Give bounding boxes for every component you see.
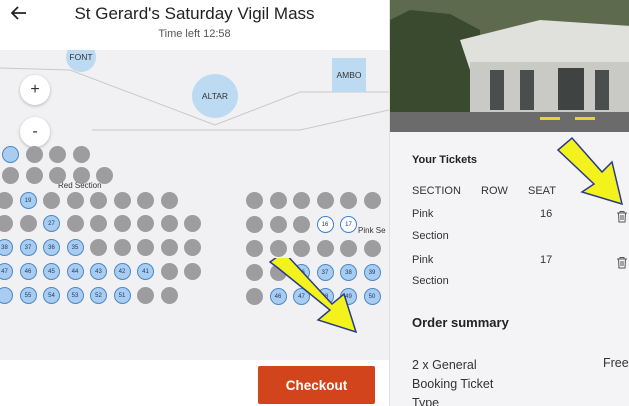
trash-icon[interactable]: [616, 210, 628, 223]
venue-photo: [390, 0, 629, 132]
header: St Gerard's Saturday Vigil Mass Time lef…: [0, 0, 389, 50]
seat-unavailable: [66, 215, 84, 232]
seat-unavailable: [72, 167, 90, 184]
seat-available[interactable]: 43: [90, 263, 107, 280]
seat-selection-pane: St Gerard's Saturday Vigil Mass Time lef…: [0, 0, 389, 406]
seat-unavailable: [72, 146, 90, 163]
altar-label: ALTAR: [192, 74, 238, 118]
seat-unavailable: [184, 263, 201, 280]
seat-unavailable: [137, 215, 154, 232]
seat-unavailable: [160, 192, 178, 209]
seat-unavailable: [49, 146, 66, 163]
seat-unavailable: [160, 263, 178, 280]
annotation-arrow-right: [556, 136, 624, 206]
seat-unavailable: [293, 216, 310, 233]
ticket-type-line3: Type: [412, 396, 440, 406]
order-sidebar: Your Tickets SECTION ROW SEAT Pink Secti…: [389, 0, 629, 406]
ticket-section-line1: Pink: [412, 254, 434, 266]
seat-unavailable: [113, 215, 131, 232]
zoom-out-button[interactable]: -: [20, 117, 50, 147]
seat-unavailable: [363, 192, 381, 209]
time-left-text: Time left 12:58: [158, 28, 231, 40]
seat-available[interactable]: 45: [43, 263, 60, 280]
seat-available[interactable]: 27: [43, 215, 60, 232]
seat-unavailable: [137, 192, 154, 209]
ticket-section-line2: Section: [412, 275, 449, 287]
seat-available[interactable]: 37: [19, 239, 37, 256]
seat-unavailable: [137, 239, 154, 256]
seat-unavailable: [160, 215, 178, 232]
zoom-in-button[interactable]: +: [20, 75, 50, 105]
seat-available[interactable]: 35: [66, 239, 84, 256]
seat-unavailable: [160, 287, 178, 304]
seat-unavailable: [293, 240, 310, 257]
ticket-seat: 17: [540, 254, 553, 266]
seat-selected[interactable]: 17: [340, 216, 357, 233]
seat-unavailable: [269, 192, 287, 209]
seat-unavailable: [246, 192, 263, 209]
seat-unavailable: [340, 240, 357, 257]
seat-unavailable: [43, 192, 60, 209]
ticket-seat: 16: [540, 208, 553, 220]
seat-available[interactable]: 41: [137, 263, 154, 280]
ticket-section-line2: Section: [412, 230, 449, 242]
ticket-price: Free: [603, 356, 629, 370]
seat-unavailable: [25, 167, 43, 184]
seat-available[interactable]: 53: [66, 287, 84, 304]
seat-unavailable: [90, 215, 107, 232]
seat-available[interactable]: 46: [19, 263, 37, 280]
ticket-type-line1: 2 x General: [412, 358, 477, 372]
seat-unavailable: [113, 239, 131, 256]
app-root: St Gerard's Saturday Vigil Mass Time lef…: [0, 0, 629, 406]
seat-unavailable: [184, 215, 201, 232]
seat-available[interactable]: 52: [90, 287, 107, 304]
ambo-label: AMBO: [332, 58, 366, 92]
seat-unavailable: [184, 239, 201, 256]
seat-available[interactable]: 55: [19, 287, 37, 304]
annotation-arrow-left: [268, 258, 358, 334]
seat-available[interactable]: 42: [113, 263, 131, 280]
seat-unavailable: [316, 192, 334, 209]
column-header-section: SECTION: [412, 185, 461, 197]
seat-unavailable: [269, 240, 287, 257]
seat-selected[interactable]: 16: [316, 216, 334, 233]
seat-unavailable: [113, 192, 131, 209]
seat-available[interactable]: 54: [43, 287, 60, 304]
seat-unavailable: [316, 240, 334, 257]
column-header-row: ROW: [481, 185, 508, 197]
seat-unavailable: [66, 192, 84, 209]
seat-unavailable: [137, 287, 154, 304]
seat-available[interactable]: 51: [113, 287, 131, 304]
order-summary-heading: Order summary: [412, 315, 509, 330]
seat-map[interactable]: FONT ALTAR AMBO + - Red Section Pink Se …: [0, 50, 389, 360]
seat-unavailable: [19, 215, 37, 232]
your-tickets-heading: Your Tickets: [412, 154, 478, 166]
seat-unavailable: [363, 240, 381, 257]
seat-unavailable: [246, 216, 263, 233]
ticket-type-description: 2 x General Booking Ticket Type: [412, 356, 552, 406]
ticket-section-line1: Pink: [412, 208, 434, 220]
pink-section-label: Pink Se: [358, 226, 386, 235]
seat-available[interactable]: 44: [66, 263, 84, 280]
seat-unavailable: [269, 216, 287, 233]
seat-unavailable: [25, 146, 43, 163]
seat-unavailable: [90, 192, 107, 209]
seat-unavailable: [293, 192, 310, 209]
seat-unavailable: [90, 239, 107, 256]
seat-unavailable: [96, 167, 113, 184]
seat-available[interactable]: [2, 146, 19, 163]
seat-available[interactable]: 36: [43, 239, 60, 256]
seat-unavailable: [2, 167, 19, 184]
trash-icon[interactable]: [616, 256, 628, 269]
seat-available[interactable]: 19: [19, 192, 37, 209]
seat-unavailable: [340, 192, 357, 209]
ticket-type-line2: Booking Ticket: [412, 377, 494, 391]
checkout-button[interactable]: Checkout: [258, 366, 375, 404]
page-title: St Gerard's Saturday Vigil Mass: [74, 4, 315, 23]
seat-unavailable: [49, 167, 66, 184]
seat-unavailable: [160, 239, 178, 256]
seat-unavailable: [246, 240, 263, 257]
